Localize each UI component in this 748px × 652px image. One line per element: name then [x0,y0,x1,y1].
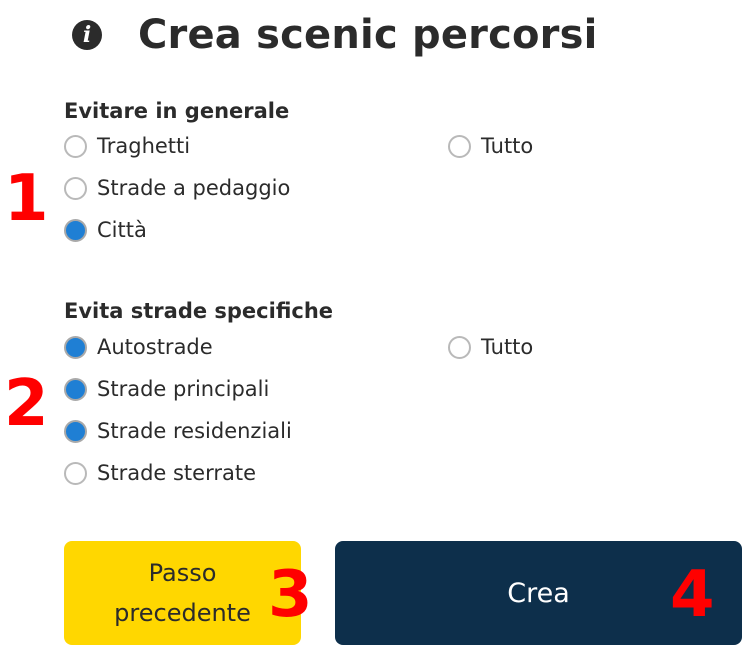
radio-option-main-roads[interactable]: Strade principali [64,374,269,404]
previous-step-label: Passo precedente [114,559,251,627]
annotation-4: 4 [670,558,715,632]
section-title-avoid-general: Evitare in generale [64,99,290,123]
radio-button[interactable] [64,419,87,443]
option-label: Tutto [481,134,534,158]
radio-option-all-specific[interactable]: Tutto [448,332,533,362]
radio-button[interactable] [64,461,87,485]
annotation-3: 3 [268,558,313,632]
radio-button[interactable] [448,335,471,359]
radio-option-highways[interactable]: Autostrade [64,332,213,362]
option-label: Strade residenziali [97,419,292,443]
radio-option-cities[interactable]: Città [64,215,147,245]
radio-option-dirt-roads[interactable]: Strade sterrate [64,458,256,488]
option-label: Strade a pedaggio [97,176,291,200]
previous-step-button[interactable]: Passo precedente [64,541,301,645]
radio-button[interactable] [64,218,87,242]
section-title-avoid-specific: Evita strade specifiche [64,299,334,323]
create-label: Crea [507,577,570,609]
radio-button[interactable] [64,377,87,401]
radio-option-toll-roads[interactable]: Strade a pedaggio [64,173,290,203]
option-label: Città [97,218,147,242]
page-title: Crea scenic percorsi [138,12,598,58]
radio-option-residential-roads[interactable]: Strade residenziali [64,416,292,446]
option-label: Tutto [481,335,534,359]
option-label: Strade sterrate [97,461,257,485]
radio-button[interactable] [64,134,87,158]
option-label: Autostrade [97,335,213,359]
page-header: i Crea scenic percorsi [72,12,598,58]
radio-button[interactable] [448,134,471,158]
option-label: Traghetti [97,134,191,158]
radio-option-ferries[interactable]: Traghetti [64,131,190,161]
radio-button[interactable] [64,335,87,359]
option-label: Strade principali [97,377,270,401]
radio-button[interactable] [64,176,87,200]
radio-option-all-general[interactable]: Tutto [448,131,533,161]
annotation-1: 1 [4,162,49,236]
info-icon[interactable]: i [72,20,102,50]
annotation-2: 2 [4,367,49,441]
